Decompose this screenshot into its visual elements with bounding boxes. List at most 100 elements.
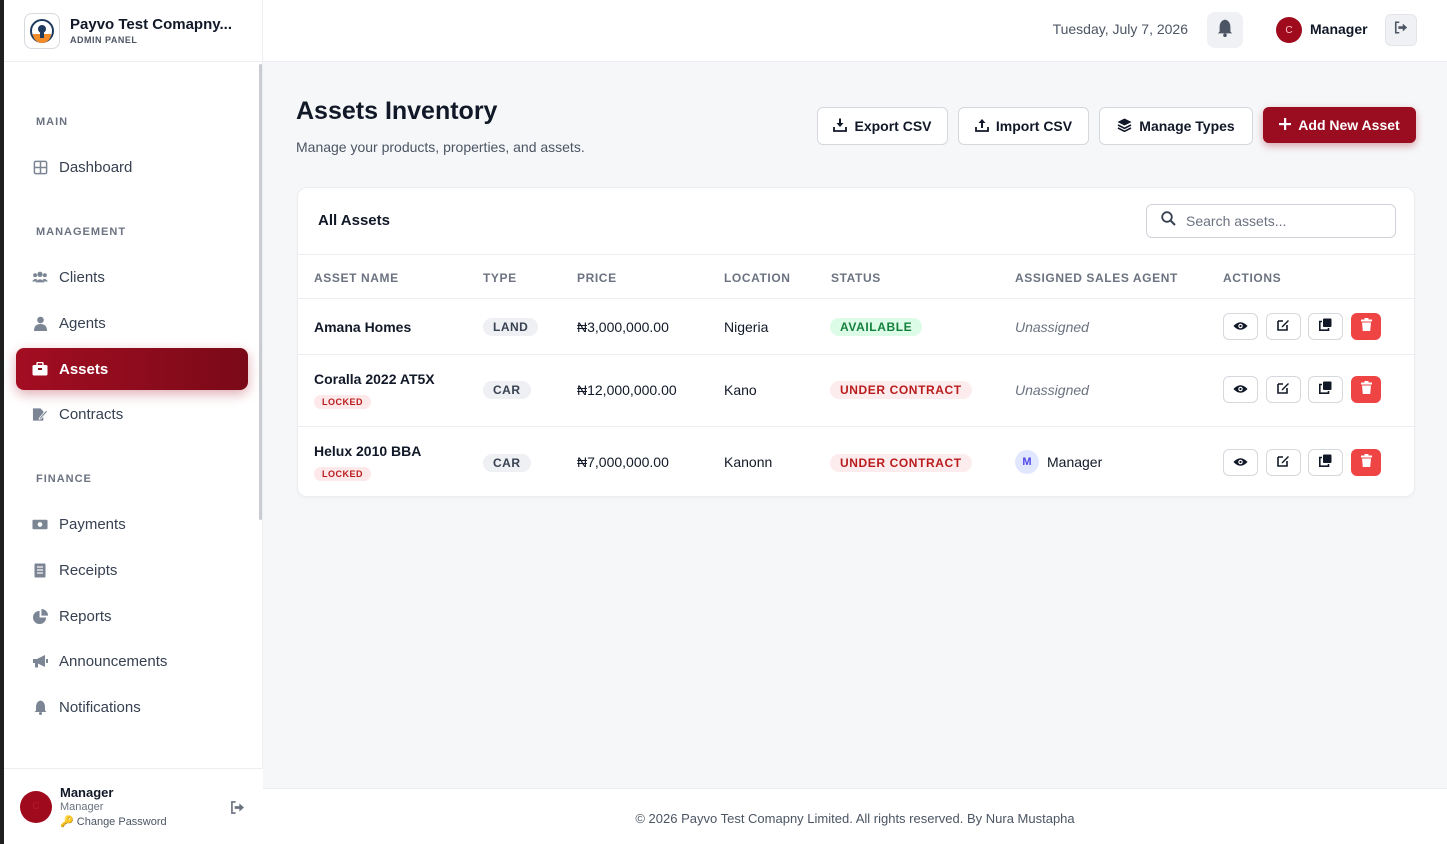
view-button[interactable]	[1223, 376, 1258, 403]
copy-icon	[1319, 454, 1332, 472]
sidebar-item-label: Announcements	[59, 652, 168, 670]
page-footer: © 2026 Payvo Test Comapny Limited. All r…	[263, 788, 1447, 844]
page-subtitle: Manage your products, properties, and as…	[296, 139, 585, 155]
asset-name: Helux 2010 BBA	[314, 443, 422, 459]
type-badge: LAND	[483, 318, 539, 336]
dashboard-icon	[32, 159, 48, 175]
col-agent[interactable]: ASSIGNED SALES AGENT	[1015, 271, 1178, 285]
layers-icon	[1117, 118, 1132, 135]
export-csv-button[interactable]: Export CSV	[817, 107, 948, 145]
user-icon	[32, 315, 48, 331]
upload-icon	[974, 118, 989, 135]
current-date: Tuesday, July 7, 2026	[1052, 21, 1188, 37]
trash-icon	[1360, 380, 1372, 399]
megaphone-icon	[32, 653, 48, 669]
sidebar-item-label: Notifications	[59, 698, 141, 716]
sidebar-item-label: Agents	[59, 314, 106, 332]
col-type[interactable]: TYPE	[483, 271, 517, 285]
sidebar-user-panel: C Manager Manager 🔑 Change Password	[4, 768, 263, 844]
col-actions: ACTIONS	[1223, 271, 1282, 285]
table-row[interactable]: Helux 2010 BBA LOCKED CAR ₦7,000,000.00 …	[298, 427, 1416, 497]
sidebar-item-receipts[interactable]: Receipts	[16, 549, 248, 591]
user-role: Manager	[60, 801, 104, 813]
table-row[interactable]: Amana Homes LAND ₦3,000,000.00 Nigeria A…	[298, 299, 1416, 355]
sidebar-item-label: Contracts	[59, 405, 124, 423]
box-icon	[32, 361, 48, 377]
asset-price: ₦12,000,000.00	[577, 382, 677, 398]
trash-icon	[1360, 453, 1372, 472]
sidebar-item-announcements[interactable]: Announcements	[16, 640, 248, 682]
header-user-name[interactable]: Manager	[1310, 21, 1368, 37]
sidebar-item-clients[interactable]: Clients	[16, 256, 248, 298]
sidebar-item-label: Receipts	[59, 561, 118, 579]
asset-name: Coralla 2022 AT5X	[314, 371, 435, 387]
asset-name: Amana Homes	[314, 319, 412, 335]
edit-button[interactable]	[1266, 376, 1301, 403]
copy-icon	[1319, 381, 1332, 399]
sidebar-item-reports[interactable]: Reports	[16, 595, 248, 637]
table-row[interactable]: Coralla 2022 AT5X LOCKED CAR ₦12,000,000…	[298, 355, 1416, 427]
eye-icon	[1233, 318, 1248, 336]
logout-icon[interactable]	[230, 801, 245, 819]
import-csv-button[interactable]: Import CSV	[958, 107, 1089, 145]
edit-button[interactable]	[1266, 449, 1301, 476]
logout-button[interactable]	[1385, 14, 1417, 46]
sidebar-nav[interactable]: MAIN Dashboard MANAGEMENT Clients Agents…	[4, 62, 262, 768]
view-button[interactable]	[1223, 313, 1258, 340]
export-csv-label: Export CSV	[854, 118, 932, 134]
duplicate-button[interactable]	[1308, 376, 1343, 403]
type-badge: CAR	[483, 381, 531, 399]
footer-text: © 2026 Payvo Test Comapny Limited. All r…	[635, 811, 1075, 826]
add-new-asset-label: Add New Asset	[1298, 117, 1400, 133]
edit-icon	[1277, 381, 1290, 399]
brand[interactable]: Payvo Test Comapny... ADMIN PANEL	[4, 0, 262, 62]
delete-button[interactable]	[1351, 313, 1381, 340]
top-header: Tuesday, July 7, 2026 C Manager	[263, 0, 1447, 62]
sidebar-item-dashboard[interactable]: Dashboard	[16, 146, 248, 188]
col-status[interactable]: STATUS	[831, 271, 881, 285]
edit-button[interactable]	[1266, 313, 1301, 340]
sidebar-item-assets[interactable]: Assets	[16, 348, 248, 390]
delete-button[interactable]	[1351, 376, 1381, 403]
search-box[interactable]	[1146, 204, 1396, 238]
avatar[interactable]: C	[20, 790, 52, 823]
sidebar-item-label: Payments	[59, 515, 126, 533]
manage-types-button[interactable]: Manage Types	[1099, 107, 1253, 145]
add-new-asset-button[interactable]: Add New Asset	[1263, 107, 1416, 143]
company-name: Payvo Test Comapny...	[70, 16, 232, 33]
change-password-link[interactable]: 🔑 Change Password	[60, 815, 167, 828]
status-badge: UNDER CONTRACT	[830, 454, 972, 472]
sidebar-item-contracts[interactable]: Contracts	[16, 393, 248, 435]
search-input[interactable]	[1186, 213, 1386, 229]
sidebar-item-label: Clients	[59, 268, 105, 286]
notifications-button[interactable]	[1207, 12, 1243, 48]
assets-table: ASSET NAME TYPE PRICE LOCATION STATUS AS…	[298, 254, 1416, 497]
sidebar-scrollbar[interactable]	[259, 64, 262, 520]
sidebar-item-payments[interactable]: Payments	[16, 503, 248, 545]
card-title: All Assets	[318, 212, 390, 229]
import-csv-label: Import CSV	[995, 118, 1073, 134]
locked-badge: LOCKED	[314, 467, 371, 481]
section-finance: FINANCE	[36, 473, 92, 485]
duplicate-button[interactable]	[1308, 313, 1343, 340]
table-header: ASSET NAME TYPE PRICE LOCATION STATUS AS…	[298, 255, 1416, 299]
eye-icon	[1233, 454, 1248, 472]
delete-button[interactable]	[1351, 449, 1381, 476]
sidebar-item-notifications[interactable]: Notifications	[16, 686, 248, 728]
section-main: MAIN	[36, 116, 69, 128]
asset-price: ₦7,000,000.00	[577, 454, 669, 470]
search-icon	[1161, 211, 1176, 231]
page-title: Assets Inventory	[296, 97, 498, 125]
change-password-label: Change Password	[76, 816, 167, 828]
view-button[interactable]	[1223, 449, 1258, 476]
sidebar-item-label: Assets	[59, 360, 109, 378]
col-location[interactable]: LOCATION	[724, 271, 791, 285]
duplicate-button[interactable]	[1308, 449, 1343, 476]
assigned-agent: Unassigned	[1015, 382, 1089, 398]
avatar[interactable]: C	[1276, 17, 1302, 43]
col-price[interactable]: PRICE	[577, 271, 617, 285]
col-asset-name[interactable]: ASSET NAME	[314, 271, 399, 285]
sidebar-item-agents[interactable]: Agents	[16, 302, 248, 344]
status-badge: UNDER CONTRACT	[830, 381, 972, 399]
edit-icon	[1277, 318, 1290, 336]
